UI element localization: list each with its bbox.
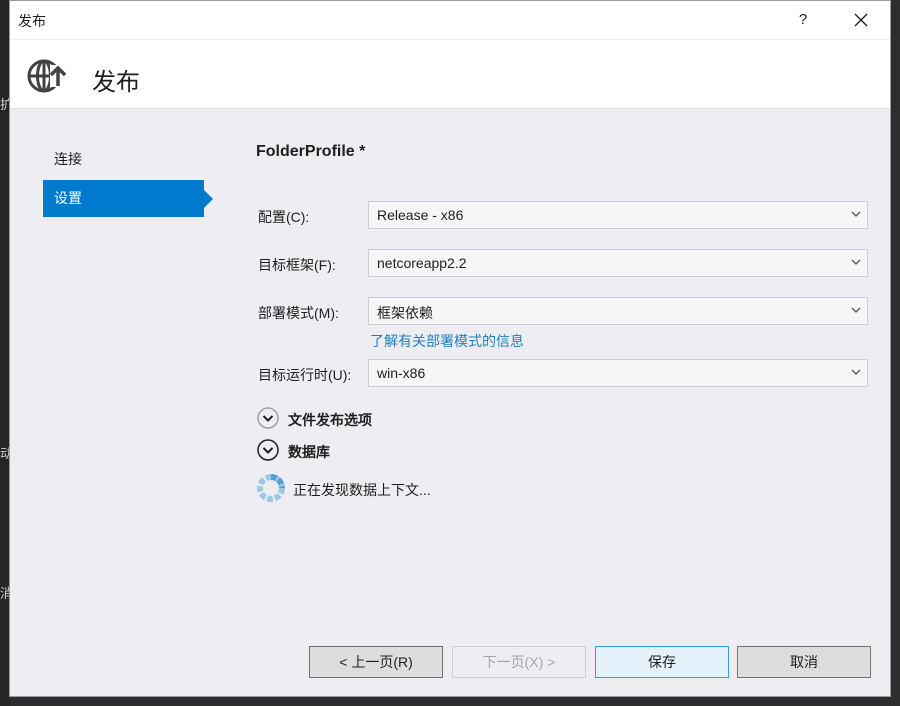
- window-title: 发布: [18, 13, 46, 29]
- target-runtime-row: 目标运行时(U): win-x86: [256, 359, 876, 389]
- deployment-mode-info-link[interactable]: 了解有关部署模式的信息: [370, 331, 524, 351]
- target-framework-value: netcoreapp2.2: [377, 255, 467, 271]
- databases-label: 数据库: [288, 444, 330, 460]
- chevron-down-circle-icon: [257, 439, 279, 461]
- discovering-status-text: 正在发现数据上下文...: [293, 482, 431, 498]
- deployment-mode-value: 框架依赖: [377, 305, 433, 321]
- chevron-down-icon: [851, 211, 861, 217]
- target-runtime-value: win-x86: [377, 365, 426, 381]
- previous-button[interactable]: < 上一页(R): [309, 646, 443, 678]
- configuration-row: 配置(C): Release - x86: [256, 201, 876, 231]
- next-button[interactable]: 下一页(X) >: [452, 646, 586, 678]
- publish-dialog: 发布 ? 发布 连接 设置 FolderProfile * 配置(C): Rel…: [9, 0, 891, 697]
- target-framework-select[interactable]: netcoreapp2.2: [368, 249, 868, 277]
- sidebar-nav: 连接 设置: [43, 141, 213, 219]
- page-title: 发布: [92, 69, 140, 96]
- deployment-mode-row: 部署模式(M): 框架依赖: [256, 297, 876, 327]
- cancel-button[interactable]: 取消: [737, 646, 871, 678]
- close-button[interactable]: [838, 1, 884, 39]
- chevron-down-icon: [851, 259, 861, 265]
- title-bar: 发布 ?: [10, 1, 890, 39]
- configuration-label: 配置(C):: [258, 209, 310, 225]
- profile-name: FolderProfile *: [256, 143, 366, 160]
- loading-spinner-icon: [257, 474, 285, 502]
- chevron-down-circle-icon: [257, 407, 279, 429]
- close-icon: [854, 13, 868, 27]
- deployment-mode-label: 部署模式(M):: [258, 305, 339, 321]
- sidebar-item-settings[interactable]: 设置: [43, 180, 213, 217]
- configuration-value: Release - x86: [377, 207, 464, 223]
- target-runtime-select[interactable]: win-x86: [368, 359, 868, 387]
- help-button[interactable]: ?: [780, 1, 826, 39]
- sidebar-item-connection[interactable]: 连接: [43, 141, 213, 178]
- chevron-down-icon: [851, 369, 861, 375]
- configuration-select[interactable]: Release - x86: [368, 201, 868, 229]
- save-button[interactable]: 保存: [595, 646, 729, 678]
- target-framework-row: 目标框架(F): netcoreapp2.2: [256, 249, 876, 279]
- target-runtime-label: 目标运行时(U):: [258, 367, 352, 383]
- dialog-header: 发布: [10, 39, 890, 109]
- file-publish-options-label: 文件发布选项: [288, 412, 372, 428]
- globe-publish-icon: [27, 59, 66, 93]
- target-framework-label: 目标框架(F):: [258, 257, 336, 273]
- chevron-down-icon: [851, 307, 861, 313]
- deployment-mode-select[interactable]: 框架依赖: [368, 297, 868, 325]
